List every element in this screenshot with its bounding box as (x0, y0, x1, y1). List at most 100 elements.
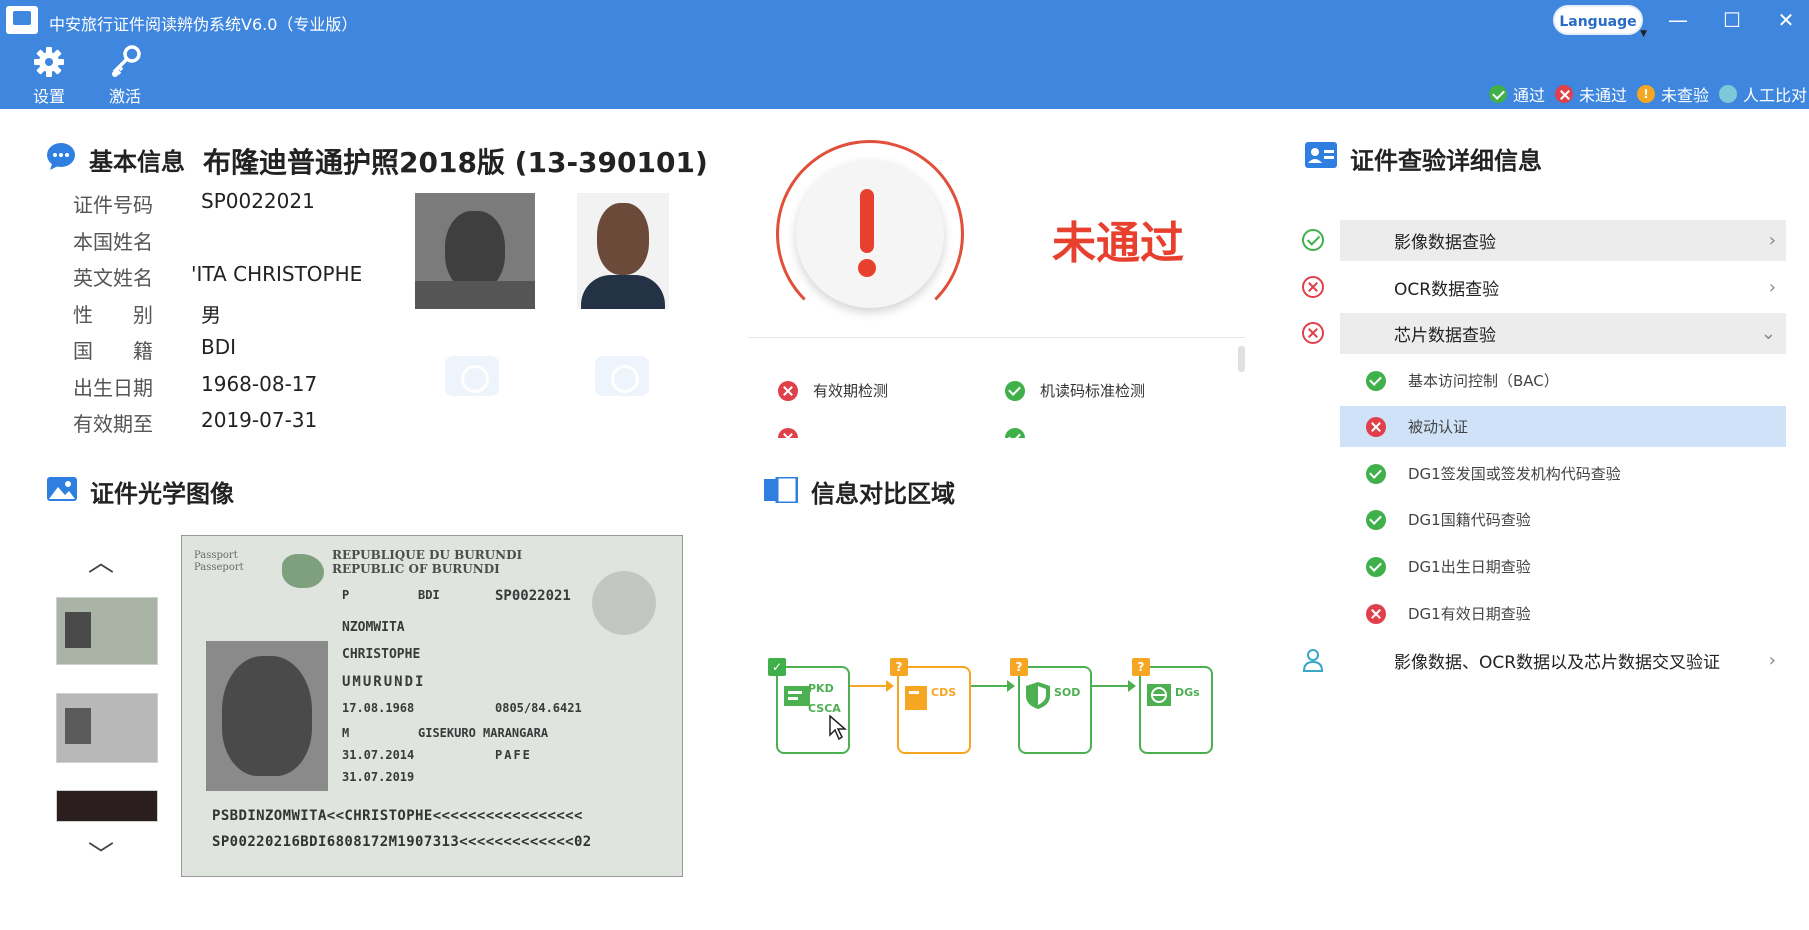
language-button[interactable]: Language (1553, 5, 1647, 49)
field-value-english-name: 'ITA CHRISTOPHE (191, 262, 363, 286)
chip-check-dg1-expiry[interactable]: DG1有效日期查验 (1340, 593, 1786, 634)
flow-csca-label: CSCA (808, 702, 841, 715)
optical-image-title: 证件光学图像 (90, 480, 234, 508)
passport-side-label-2: Passeport (194, 562, 244, 573)
close-button[interactable]: ✕ (1768, 6, 1804, 34)
passport-header-en: REPUBLIC OF BURUNDI (332, 562, 500, 576)
thumbnail-ir[interactable] (56, 693, 158, 763)
compare-title: 信息对比区域 (811, 480, 955, 508)
flow-pkd-label: PKD (808, 682, 834, 695)
chevron-right-icon: › (1768, 650, 1776, 671)
fail-legend-label: 未通过 (1578, 86, 1627, 105)
field-label-birth-date: 出生日期 (73, 376, 153, 400)
detail-group-chip[interactable]: 芯片数据查验 ⌄ (1340, 313, 1786, 354)
passport-birth-date: 17.08.1968 (342, 701, 415, 715)
cross-check-row[interactable]: 影像数据、OCR数据以及芯片数据交叉验证 › (1340, 640, 1786, 681)
pass-icon (1366, 463, 1386, 484)
passport-issue-date: 31.07.2014 (342, 748, 415, 762)
chip-check-dg1-nationality[interactable]: DG1国籍代码查验 (1340, 499, 1786, 540)
check-label: 机读码标准检测 (1040, 382, 1146, 400)
unchecked-legend-label: 未查验 (1660, 86, 1709, 105)
passport-header: REPUBLIQUE DU BURUNDI REPUBLIC OF BURUND… (332, 548, 522, 576)
fail-icon (778, 428, 798, 438)
shield-icon (1026, 682, 1050, 709)
passport-side-label-1: Passport (194, 550, 238, 561)
flow-cds-label: CDS (931, 686, 957, 699)
check-label: 有效期检测 (813, 382, 889, 400)
fail-legend-icon (1554, 85, 1573, 103)
chip-check-label: DG1国籍代码查验 (1408, 511, 1531, 529)
gear-icon (34, 47, 64, 77)
thumbnail-down-button[interactable]: ﹀ (88, 835, 114, 872)
field-label-expiry-date: 有效期至 (73, 412, 153, 436)
fail-outline-icon (1302, 322, 1324, 344)
coat-of-arms (282, 554, 324, 588)
window-title: 中安旅行证件阅读辨伪系统V6.0（专业版） (49, 15, 358, 34)
passport-given-name: CHRISTOPHE (342, 647, 421, 662)
chevron-down-icon: ⌄ (1760, 323, 1776, 344)
chip-photo (577, 193, 669, 309)
chip-check-label: 被动认证 (1408, 418, 1469, 436)
check-mrz: 机读码标准检测 (1005, 380, 1145, 401)
pass-icon (1366, 509, 1386, 530)
minimize-button[interactable]: — (1660, 6, 1696, 34)
thumbnail-uv[interactable] (56, 790, 158, 822)
passport-ghost-photo (592, 571, 656, 635)
manual-legend-label: 人工比对 (1742, 86, 1807, 105)
pass-icon (1366, 556, 1386, 577)
pass-outline-icon (1302, 229, 1324, 251)
document-icon (905, 686, 927, 710)
activate-tool[interactable]: 激活 (95, 45, 155, 109)
chip-check-label: 基本访问控制（BAC） (1408, 372, 1559, 390)
fail-icon (1366, 416, 1386, 437)
chip-check-label: DG1出生日期查验 (1408, 558, 1531, 576)
mrz-line-1: PSBDINZOMWITA<<CHRISTOPHE<<<<<<<<<<<<<<<… (212, 808, 583, 824)
clipped-check-row (770, 428, 1240, 438)
passport-authority: PAFE (495, 748, 532, 762)
chip-check-label: DG1有效日期查验 (1408, 605, 1531, 623)
field-value-nationality: BDI (201, 335, 237, 359)
passport-country: BDI (418, 588, 440, 602)
passport-image: Passport Passeport REPUBLIQUE DU BURUNDI… (181, 535, 683, 877)
fail-icon (778, 380, 798, 401)
image-icon (47, 477, 77, 501)
maximize-button[interactable]: ☐ (1714, 6, 1750, 34)
flow-sod-label: SOD (1054, 686, 1081, 699)
divider (748, 337, 1245, 338)
key-icon (112, 45, 141, 77)
check-badge-icon: ✓ (768, 658, 786, 676)
passport-header-fr: REPUBLIQUE DU BURUNDI (332, 548, 523, 562)
flow-dgs-label: DGs (1175, 686, 1200, 699)
fail-outline-icon (1302, 276, 1324, 298)
passport-personal-no: 0805/84.6421 (495, 701, 582, 715)
cross-check-label: 影像数据、OCR数据以及芯片数据交叉验证 (1394, 653, 1721, 673)
checks-scrollbar[interactable] (1238, 346, 1245, 372)
globe-icon (1147, 684, 1171, 706)
chip-check-dg1-issuer[interactable]: DG1签发国或签发机构代码查验 (1340, 453, 1786, 494)
passport-surname: NZOMWITA (342, 620, 405, 635)
flow-arrow (1092, 680, 1136, 692)
field-label-doc-number: 证件号码 (73, 193, 153, 217)
mouse-cursor-icon (829, 715, 847, 741)
chip-check-bac[interactable]: 基本访问控制（BAC） (1340, 360, 1786, 401)
settings-tool[interactable]: 设置 (19, 45, 79, 109)
passport-sex: M (342, 726, 350, 740)
question-badge-icon: ? (890, 658, 908, 676)
passport-expiry-date: 31.07.2019 (342, 770, 415, 784)
pass-icon (1366, 370, 1386, 391)
passport-nationality: UMURUNDI (342, 674, 426, 690)
document-type-title: 布隆迪普通护照2018版 (13-390101) (203, 146, 708, 179)
chip-check-dg1-birth[interactable]: DG1出生日期查验 (1340, 546, 1786, 587)
detail-group-image[interactable]: 影像数据查验 › (1340, 220, 1786, 261)
passport-type: P (342, 588, 350, 602)
field-label-english-name: 英文姓名 (73, 266, 153, 290)
camera-icon (445, 356, 499, 396)
settings-label: 设置 (32, 87, 65, 106)
detail-group-ocr[interactable]: OCR数据查验 › (1340, 267, 1786, 308)
chevron-right-icon: › (1768, 277, 1776, 298)
thumbnail-white-light[interactable] (56, 597, 158, 665)
unchecked-legend-icon: ! (1636, 85, 1655, 103)
chip-check-passive-auth[interactable]: 被动认证 (1340, 406, 1786, 447)
detail-group-label: 芯片数据查验 (1394, 326, 1496, 346)
thumbnail-up-button[interactable]: ︿ (88, 542, 114, 579)
